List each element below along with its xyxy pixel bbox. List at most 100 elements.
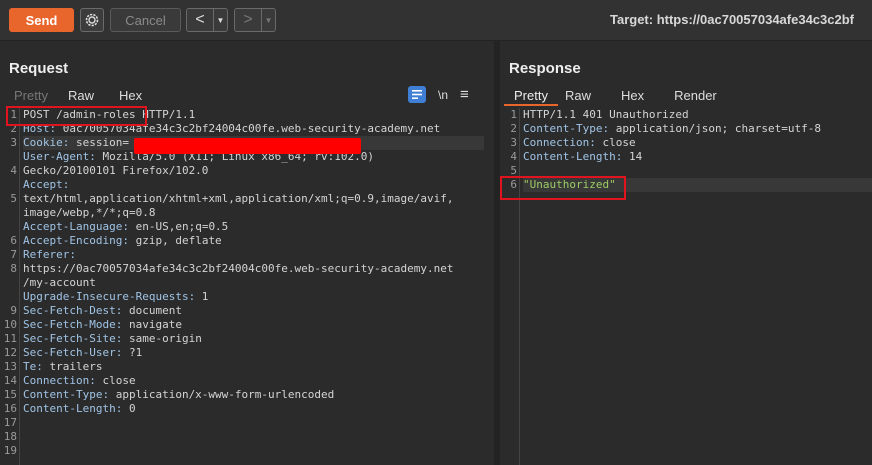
- header-name: Cookie:: [23, 136, 70, 149]
- toolbar: Send Cancel < ▼ > ▼ Target: https://0ac7…: [0, 0, 872, 41]
- code-line: Connection: close: [523, 136, 872, 150]
- header-value: 0: [122, 402, 136, 415]
- gear-icon: [85, 13, 99, 27]
- line-number: 4: [510, 150, 517, 163]
- editor-menu-icon[interactable]: ≡: [460, 86, 469, 103]
- header-name: Content-Type:: [23, 388, 110, 401]
- line-number: 15: [3, 388, 17, 401]
- header-name: Accept-Language:: [23, 220, 129, 233]
- tab-response-hex[interactable]: Hex: [621, 84, 644, 106]
- header-name: Sec-Fetch-User:: [23, 346, 123, 359]
- line-number: 17: [3, 416, 17, 429]
- line-number: 16: [3, 402, 17, 415]
- response-body-highlight-box: [500, 176, 626, 200]
- header-name: Accept:: [23, 178, 70, 191]
- header-value: navigate: [122, 318, 182, 331]
- code-line: Content-Type: application/x-www-form-url…: [23, 388, 484, 402]
- code-line: Referer:: [23, 248, 484, 262]
- header-value: application/json; charset=utf-8: [609, 122, 822, 135]
- line-number: 13: [3, 360, 17, 373]
- request-editor-tools: \n ≡: [408, 86, 469, 103]
- response-gutter: 123456: [500, 108, 520, 465]
- code-line: Sec-Fetch-Mode: navigate: [23, 318, 484, 332]
- line-number: [0, 220, 19, 234]
- line-number: 9: [10, 304, 17, 317]
- line-number: 19: [3, 444, 17, 457]
- cancel-button[interactable]: Cancel: [110, 8, 181, 32]
- response-editor[interactable]: 123456 HTTP/1.1 401 Unauthorized Content-…: [500, 108, 872, 465]
- code-line: text/html,application/xhtml+xml,applicat…: [23, 192, 484, 206]
- code-line: https://0ac70057034afe34c3c2bf24004c00fe…: [23, 262, 484, 276]
- line-number: 12: [3, 346, 17, 359]
- header-value: 1: [195, 290, 209, 303]
- line-number: [0, 178, 19, 192]
- session-redaction-bar: [134, 138, 361, 154]
- code-line: Gecko/20100101 Firefox/102.0: [23, 164, 484, 178]
- header-value: https://0ac70057034afe34c3c2bf24004c00fe…: [23, 262, 454, 275]
- header-value: 14: [622, 150, 643, 163]
- code-line: image/webp,*/*;q=0.8: [23, 206, 484, 220]
- code-line: Te: trailers: [23, 360, 484, 374]
- code-line: Sec-Fetch-Site: same-origin: [23, 332, 484, 346]
- line-number: 4: [10, 164, 17, 177]
- code-line: HTTP/1.1 401 Unauthorized: [523, 108, 872, 122]
- send-button[interactable]: Send: [9, 8, 74, 32]
- back-button[interactable]: <: [187, 9, 213, 31]
- target-url[interactable]: Target: https://0ac70057034afe34c3c2bf: [610, 12, 854, 27]
- code-line: Upgrade-Insecure-Requests: 1: [23, 290, 484, 304]
- code-line: Accept:: [23, 178, 484, 192]
- header-name: Te:: [23, 360, 43, 373]
- tab-request-raw[interactable]: Raw: [68, 84, 94, 106]
- header-value: trailers: [42, 360, 103, 373]
- header-name: Accept-Encoding:: [23, 234, 129, 247]
- tab-response-render[interactable]: Render: [674, 84, 717, 106]
- header-value: close: [95, 374, 136, 387]
- line-number: [0, 276, 19, 290]
- request-line-highlight-box: [6, 106, 147, 126]
- line-number: 3: [510, 136, 517, 149]
- back-nav: < ▼: [186, 8, 228, 32]
- header-value: session=: [69, 136, 129, 149]
- line-number: [0, 290, 19, 304]
- newline-toggle[interactable]: \n: [438, 88, 448, 102]
- wrap-lines-icon: [412, 90, 422, 99]
- line-number: [0, 150, 19, 164]
- back-dropdown-icon[interactable]: ▼: [213, 9, 227, 31]
- header-name: Content-Length:: [523, 150, 623, 163]
- settings-button[interactable]: [80, 8, 104, 32]
- header-value: image/webp,*/*;q=0.8: [23, 206, 156, 219]
- header-value: /my-account: [23, 276, 96, 289]
- header-value: same-origin: [122, 332, 202, 345]
- tab-response-pretty[interactable]: Pretty: [504, 84, 558, 106]
- wrap-lines-button[interactable]: [408, 86, 426, 103]
- code-line: Accept-Encoding: gzip, deflate: [23, 234, 484, 248]
- header-value: ?1: [122, 346, 143, 359]
- code-line: Sec-Fetch-User: ?1: [23, 346, 484, 360]
- code-line: Sec-Fetch-Dest: document: [23, 304, 484, 318]
- tab-response-raw[interactable]: Raw: [565, 84, 591, 106]
- header-value: en-US,en;q=0.5: [128, 220, 229, 233]
- line-number: 3: [10, 136, 17, 149]
- tab-request-pretty[interactable]: Pretty: [14, 84, 48, 106]
- line-number: 2: [510, 122, 517, 135]
- header-name: Sec-Fetch-Site:: [23, 332, 123, 345]
- header-value: gzip, deflate: [128, 234, 222, 247]
- line-number: 1: [510, 108, 517, 121]
- request-title: Request: [9, 60, 69, 77]
- line-number: [0, 206, 19, 220]
- request-code[interactable]: POST /admin-roles HTTP/1.1 Host: 0ac70057…: [23, 108, 484, 444]
- line-number: 11: [3, 332, 17, 345]
- request-editor[interactable]: 1 2 3 4 5 6 7 8 9 10 11 12 13 14 15 16 17 18 19 POST /admi…: [0, 108, 494, 465]
- header-name: Content-Type:: [523, 122, 610, 135]
- line-number: 5: [10, 192, 17, 205]
- forward-dropdown-icon[interactable]: ▼: [261, 9, 275, 31]
- code-line: /my-account: [23, 276, 484, 290]
- header-value: application/x-www-form-urlencoded: [109, 388, 335, 401]
- forward-button[interactable]: >: [235, 9, 261, 31]
- code-line: Connection: close: [23, 374, 484, 388]
- header-name: Referer:: [23, 248, 76, 261]
- tab-request-hex[interactable]: Hex: [119, 84, 142, 106]
- header-name: Connection:: [23, 374, 96, 387]
- header-value: document: [122, 304, 182, 317]
- header-value: close: [595, 136, 636, 149]
